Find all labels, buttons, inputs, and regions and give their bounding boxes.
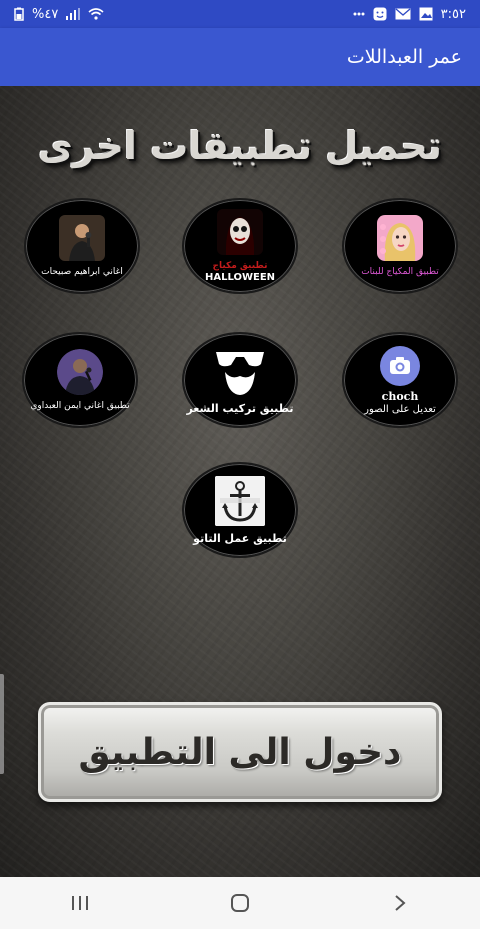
anchor-tattoo-icon bbox=[215, 475, 265, 526]
app-girls-makeup[interactable]: تطبيق المكياج للبنات bbox=[342, 198, 458, 294]
enter-app-label: دخول الى التطبيق bbox=[78, 731, 402, 773]
app-label: تطبيق تركيب الشعر bbox=[186, 401, 294, 415]
photo-icon bbox=[419, 6, 433, 22]
app-ayman-abdawi-songs[interactable]: تطبيق اغاني ايمن العبداوي bbox=[22, 332, 138, 428]
back-icon[interactable] bbox=[370, 883, 430, 923]
app-bar: عمر العبداللات bbox=[0, 28, 480, 86]
app-label: تطبيق اغاني ايمن العبداوي bbox=[30, 401, 130, 411]
app-choch-photo-editor[interactable]: choch تعديل على الصور bbox=[342, 332, 458, 428]
main-content: تحميل تطبيقات اخرى اغاني ابراهيم صبيحات … bbox=[0, 86, 480, 877]
clock: ٣:٥٢ bbox=[440, 6, 466, 22]
status-right: ٣:٥٢ bbox=[353, 6, 466, 22]
app-tattoo-maker[interactable]: تطبيق عمل التاتو bbox=[182, 462, 298, 558]
signal-icon bbox=[66, 6, 81, 22]
enter-app-button[interactable]: دخول الى التطبيق bbox=[38, 702, 442, 802]
face-icon bbox=[373, 6, 387, 22]
wifi-icon bbox=[88, 6, 104, 22]
singer-mic-icon bbox=[57, 349, 103, 395]
battery-percent: %٤٧ bbox=[32, 6, 59, 22]
app-label: تطبيق المكياج للبنات bbox=[361, 267, 439, 277]
app-label: تطبيق مكياج bbox=[212, 261, 268, 271]
home-icon[interactable] bbox=[210, 883, 270, 923]
app-sublabel: تعديل على الصور bbox=[364, 403, 436, 415]
screen: %٤٧ ٣:٥٢ عمر العبداللات تحميل تطبيقات اخ… bbox=[0, 0, 480, 929]
status-left: %٤٧ bbox=[14, 6, 104, 22]
halloween-face-icon bbox=[217, 209, 263, 255]
status-bar: %٤٧ ٣:٥٢ bbox=[0, 0, 480, 28]
app-halloween-makeup[interactable]: تطبيق مكياج HALLOWEEN bbox=[182, 198, 298, 294]
battery-icon bbox=[14, 6, 24, 22]
navigation-bar bbox=[0, 877, 480, 929]
notification-dot-icon bbox=[353, 6, 365, 22]
app-label: اغاني ابراهيم صبيحات bbox=[41, 267, 123, 277]
edge-panel-handle[interactable] bbox=[0, 674, 4, 774]
recent-apps-icon[interactable] bbox=[50, 883, 110, 923]
email-icon bbox=[395, 6, 411, 22]
app-sublabel: HALLOWEEN bbox=[204, 272, 276, 283]
app-label: تطبيق عمل التاتو bbox=[193, 531, 287, 545]
camera-icon bbox=[380, 345, 420, 386]
app-title: عمر العبداللات bbox=[346, 46, 462, 68]
page-headline: تحميل تطبيقات اخرى bbox=[37, 124, 442, 168]
singer-photo-icon bbox=[59, 215, 105, 261]
makeup-girl-icon bbox=[377, 215, 423, 261]
glasses-beard-icon bbox=[213, 346, 267, 396]
app-hair-styling[interactable]: تطبيق تركيب الشعر bbox=[182, 332, 298, 428]
app-ibrahim-subaihat-songs[interactable]: اغاني ابراهيم صبيحات bbox=[24, 198, 140, 294]
app-label: choch bbox=[381, 389, 419, 403]
